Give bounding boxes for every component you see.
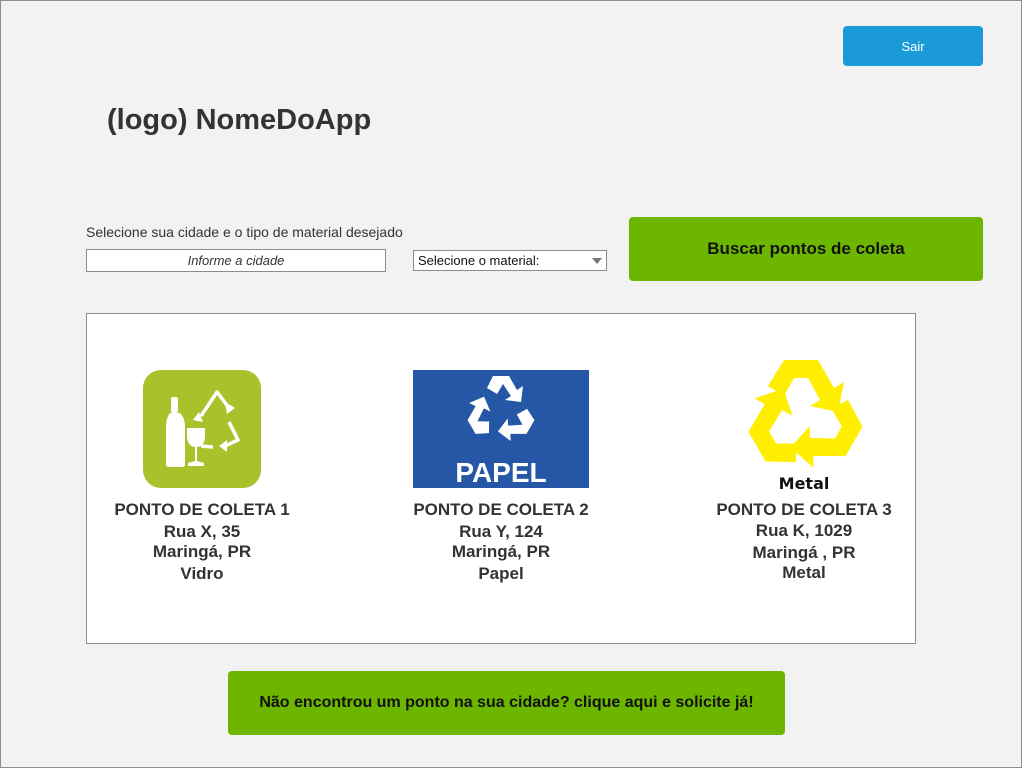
collection-point-title: PONTO DE COLETA 1 [114,500,290,519]
metal-icon-label: Metal [779,474,830,492]
glass-recycling-icon [143,370,261,488]
metal-recycling-icon: Metal [748,360,863,492]
paper-recycling-icon: PAPEL [413,370,589,488]
collection-point-material: Metal [782,563,826,582]
collection-point-title: PONTO DE COLETA 3 [716,500,892,519]
city-input[interactable] [86,249,386,272]
collection-point-city: Maringá , PR [752,543,856,562]
search-instructions: Selecione sua cidade e o tipo de materia… [86,224,403,240]
collection-point-card[interactable]: Metal PONTO DE COLETA 3 Rua K, 1029 Mari… [684,314,924,643]
app-title: (logo) NomeDoApp [107,104,372,136]
search-collection-points-button[interactable]: Buscar pontos de coleta [629,217,983,281]
logout-button-label: Sair [901,38,925,54]
request-button-label: Não encontrou um ponto na sua cidade? cl… [259,694,754,711]
collection-point-address: Rua Y, 124 [459,522,543,541]
collection-point-material: Vidro [180,564,224,583]
search-button-label: Buscar pontos de coleta [707,239,905,258]
chevron-down-icon [592,258,602,264]
paper-icon-label: PAPEL [455,457,546,488]
collection-point-city: Maringá, PR [451,542,551,561]
material-select-value: Selecione o material: [418,253,540,268]
collection-point-card[interactable]: PAPEL PONTO DE COLETA 2 Rua Y, 124 Marin… [381,314,621,643]
collection-point-material: Papel [478,564,524,583]
collection-point-title: PONTO DE COLETA 2 [413,500,589,519]
request-collection-point-button[interactable]: Não encontrou um ponto na sua cidade? cl… [228,671,785,735]
collection-point-card[interactable]: PONTO DE COLETA 1 Rua X, 35 Maringá, PR … [82,314,322,643]
collection-point-address: Rua X, 35 [163,522,241,541]
logout-button[interactable]: Sair [843,26,983,66]
results-panel: PONTO DE COLETA 1 Rua X, 35 Maringá, PR … [86,313,916,644]
material-select[interactable]: Selecione o material: [413,250,607,271]
app-window: Sair (logo) NomeDoApp Selecione sua cida… [0,0,1022,768]
collection-point-address: Rua K, 1029 [755,521,853,540]
collection-point-city: Maringá, PR [152,542,252,561]
